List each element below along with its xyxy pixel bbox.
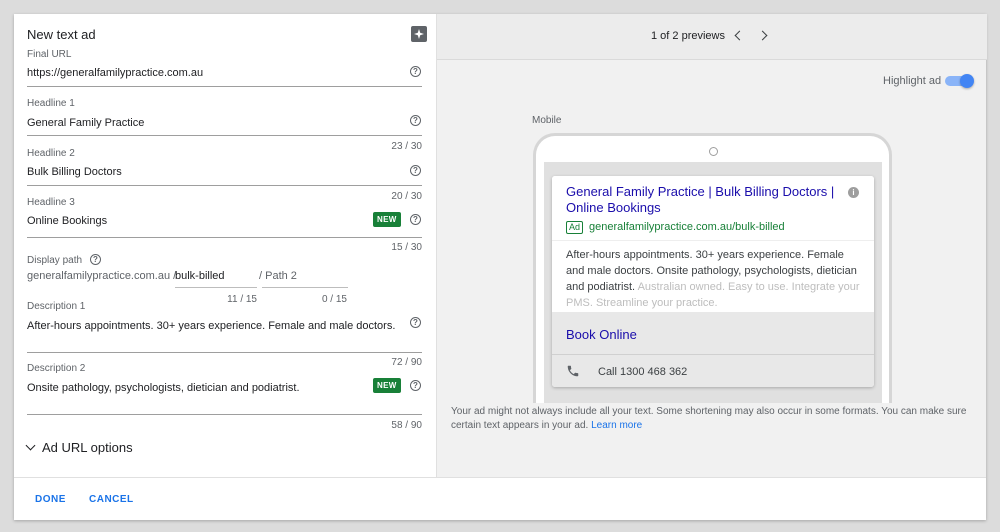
final-url-label: Final URL bbox=[27, 49, 72, 60]
ad-url-options-toggle[interactable]: Ad URL options bbox=[25, 440, 133, 455]
description2-underline bbox=[27, 414, 422, 415]
top-background bbox=[0, 0, 1000, 14]
description2-label: Description 2 bbox=[27, 363, 86, 374]
path2-input[interactable]: / Path 2 bbox=[259, 270, 297, 282]
dialog-footer: DONE CANCEL bbox=[14, 477, 986, 520]
done-button[interactable]: DONE bbox=[35, 494, 66, 505]
learn-more-link[interactable]: Learn more bbox=[591, 420, 642, 431]
ad-description: After-hours appointments. 30+ years expe… bbox=[566, 247, 862, 311]
highlight-ad-label: Highlight ad bbox=[883, 75, 942, 87]
preview-disclaimer: Your ad might not always include all you… bbox=[451, 405, 979, 433]
description1-input[interactable]: After-hours appointments. 30+ years expe… bbox=[27, 320, 395, 332]
headline1-help-icon[interactable]: ? bbox=[410, 115, 421, 126]
final-url-help-icon[interactable]: ? bbox=[410, 66, 421, 77]
path1-input[interactable]: bulk-billed bbox=[175, 270, 225, 282]
suggestions-icon[interactable] bbox=[411, 26, 427, 42]
description1-underline bbox=[27, 352, 422, 353]
path2-underline bbox=[262, 287, 348, 288]
description1-label: Description 1 bbox=[27, 301, 86, 312]
device-label: Mobile bbox=[532, 115, 562, 126]
ad-extensions: Book Online Call 1300 468 362 bbox=[552, 312, 874, 387]
headline3-help-icon[interactable]: ? bbox=[410, 214, 421, 225]
ad-label-badge: Ad bbox=[566, 221, 584, 234]
headline2-help-icon[interactable]: ? bbox=[410, 165, 421, 176]
mobile-phone-frame: General Family Practice | Bulk Billing D… bbox=[533, 133, 892, 403]
final-url-underline bbox=[27, 86, 422, 87]
display-path-domain: generalfamilypractice.com.au / bbox=[27, 270, 177, 282]
path2-counter: 0 / 15 bbox=[321, 294, 347, 305]
form-title: New text ad bbox=[27, 27, 96, 42]
next-preview-icon[interactable] bbox=[757, 30, 768, 41]
previous-preview-icon[interactable] bbox=[734, 30, 745, 41]
display-path-help-icon[interactable]: ? bbox=[90, 254, 101, 265]
ad-display-url-row: Ad generalfamilypractice.com.au/bulk-bill… bbox=[566, 221, 785, 234]
preview-disclaimer-text: Your ad might not always include all you… bbox=[451, 406, 967, 431]
display-path-label: Display path bbox=[27, 255, 82, 266]
headline3-input[interactable]: Online Bookings bbox=[27, 215, 107, 227]
display-path-label-text: Display path bbox=[27, 255, 83, 266]
ad-editor-card: New text ad Final URL https://generalfam… bbox=[14, 14, 987, 520]
description1-help-icon[interactable]: ? bbox=[410, 317, 421, 328]
ad-url-options-label: Ad URL options bbox=[42, 440, 133, 455]
preview-count: 1 of 2 previews bbox=[651, 30, 725, 42]
headline3-label: Headline 3 bbox=[27, 197, 75, 208]
headline3-counter: 15 / 30 bbox=[391, 242, 422, 253]
description1-counter: 72 / 90 bbox=[391, 357, 422, 368]
ad-preview-body: General Family Practice | Bulk Billing D… bbox=[552, 176, 874, 312]
headline2-label: Headline 2 bbox=[27, 148, 75, 159]
sitelink-book-online[interactable]: Book Online bbox=[566, 327, 637, 342]
phone-screen: General Family Practice | Bulk Billing D… bbox=[544, 162, 882, 403]
headline2-input[interactable]: Bulk Billing Doctors bbox=[27, 166, 122, 178]
info-icon[interactable]: i bbox=[848, 187, 859, 198]
headline2-underline bbox=[27, 185, 422, 186]
preview-panel: 1 of 2 previews Highlight ad Mobile Gene… bbox=[436, 14, 987, 477]
final-url-input[interactable]: https://generalfamilypractice.com.au bbox=[27, 67, 203, 79]
headline2-counter: 20 / 30 bbox=[391, 191, 422, 202]
cancel-button[interactable]: CANCEL bbox=[89, 494, 134, 505]
ad-editor-form: New text ad Final URL https://generalfam… bbox=[14, 14, 436, 477]
headline1-underline bbox=[27, 135, 422, 136]
ad-display-url: generalfamilypractice.com.au/bulk-billed bbox=[589, 221, 785, 233]
highlight-ad-toggle[interactable] bbox=[945, 74, 975, 88]
toggle-knob bbox=[960, 74, 974, 88]
description2-new-badge: NEW bbox=[373, 378, 401, 393]
description2-input[interactable]: Onsite pathology, psychologists, dietici… bbox=[27, 382, 300, 394]
call-divider bbox=[552, 354, 874, 355]
headline3-new-badge: NEW bbox=[373, 212, 401, 227]
chevron-down-icon bbox=[25, 440, 36, 451]
description2-help-icon[interactable]: ? bbox=[410, 380, 421, 391]
headline1-counter: 23 / 30 bbox=[391, 141, 422, 152]
path1-underline bbox=[175, 287, 257, 288]
headline1-input[interactable]: General Family Practice bbox=[27, 117, 144, 129]
ad-preview-card: General Family Practice | Bulk Billing D… bbox=[552, 176, 874, 387]
phone-camera-icon bbox=[709, 147, 718, 156]
ad-divider bbox=[552, 240, 874, 241]
phone-icon bbox=[567, 365, 579, 377]
ad-headline-link[interactable]: General Family Practice | Bulk Billing D… bbox=[566, 184, 836, 216]
call-extension[interactable]: Call 1300 468 362 bbox=[598, 366, 687, 378]
description2-counter: 58 / 90 bbox=[391, 420, 422, 431]
preview-header: 1 of 2 previews bbox=[437, 14, 987, 60]
headline1-label: Headline 1 bbox=[27, 98, 75, 109]
headline3-underline bbox=[27, 237, 422, 238]
path1-counter: 11 / 15 bbox=[227, 294, 257, 305]
